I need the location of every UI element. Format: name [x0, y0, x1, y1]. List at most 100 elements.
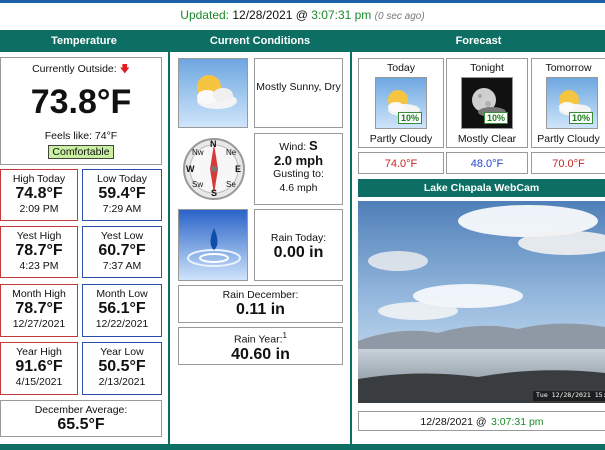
current-temp-box: Currently Outside: 🡇 73.8°F Feels like: …: [0, 57, 162, 165]
compass-ne: Ne: [226, 148, 237, 157]
partly-cloudy-icon: 10%: [546, 77, 598, 129]
precip-chance: 10%: [483, 112, 508, 124]
gust-label: Gusting to:: [273, 168, 324, 180]
year-high-label: Year High: [16, 346, 62, 358]
webcam-timestamp: Tue 12/28/2021 15:07: [536, 391, 605, 399]
precip-chance: 10%: [568, 112, 593, 124]
forecast-header: Forecast: [352, 30, 605, 52]
yest-low-box: Yest Low 60.7°F 7:37 AM: [82, 226, 162, 278]
compass-s: S: [211, 188, 218, 198]
december-average-label: December Average:: [34, 404, 128, 416]
compass-n: N: [210, 139, 217, 149]
yest-high-box: Yest High 78.7°F 4:23 PM: [0, 226, 78, 278]
compass-se: Se: [226, 180, 236, 189]
low-today-time: 7:29 AM: [102, 203, 142, 215]
month-low-label: Month Low: [96, 288, 148, 300]
year-low-value: 50.5°F: [98, 358, 146, 375]
comfort-badge: Comfortable: [48, 145, 114, 159]
webcam-image[interactable]: Tue 12/28/2021 15:07: [358, 201, 605, 403]
compass-sw: Sw: [192, 180, 204, 189]
forecast-desc: Partly Cloudy: [537, 133, 600, 145]
updated-line: Updated: 12/28/2021 @ 3:07:31 pm (0 sec …: [0, 8, 605, 22]
rain-year-footnote[interactable]: 1: [283, 331, 287, 340]
feels-like: Feels like: 74°F: [44, 130, 118, 142]
forecast-today[interactable]: Today 10% Partly Cloudy: [358, 58, 444, 148]
rain-year-label: Rain Year:: [234, 333, 283, 346]
compass-e: E: [235, 164, 242, 174]
mostly-clear-night-icon: 10%: [461, 77, 513, 129]
rain-month-label: Rain December:: [222, 289, 299, 301]
december-average-box: December Average: 65.5°F: [0, 400, 162, 437]
yest-high-label: Yest High: [16, 230, 62, 242]
year-low-label: Year Low: [100, 346, 144, 358]
wind-label: Wind:: [279, 141, 307, 153]
wind-direction: S: [309, 138, 318, 153]
partly-cloudy-icon: 10%: [375, 77, 427, 129]
month-high-value: 78.7°F: [15, 300, 63, 317]
year-high-date: 4/15/2021: [15, 376, 63, 388]
year-high-box: Year High 91.6°F 4/15/2021: [0, 342, 78, 395]
wind-box: Wind: S 2.0 mph Gusting to: 4.6 mph: [254, 133, 343, 205]
sky-condition: Mostly Sunny, Dry: [256, 81, 341, 93]
year-low-box: Year Low 50.5°F 2/13/2021: [82, 342, 162, 395]
forecast-tonight[interactable]: Tonight 10% Mostly Clear: [446, 58, 528, 148]
temperature-header: Temperature: [0, 30, 168, 52]
rain-today-label: Rain Today:: [270, 232, 327, 244]
rain-today-box: Rain Today: 0.00 in: [254, 209, 343, 281]
high-today-time: 2:09 PM: [19, 203, 59, 215]
wind-speed: 2.0 mph: [273, 153, 324, 168]
wind-compass: N Nw Ne W E Sw Se S: [178, 133, 248, 203]
webcam-header: Lake Chapala WebCam: [358, 179, 605, 197]
current-temperature: 73.8°F: [30, 83, 132, 121]
high-today-label: High Today: [12, 173, 66, 185]
updated-ago: (0 sec ago): [374, 11, 425, 22]
month-high-box: Month High 78.7°F 12/27/2021: [0, 284, 78, 337]
webcam-caption: 12/28/2021 @ 3:07:31 pm: [358, 411, 605, 431]
rain-year-box: Rain Year:1 40.60 in: [178, 327, 343, 365]
yest-high-time: 4:23 PM: [19, 260, 59, 272]
forecast-temp-tomorrow: 70.0°F: [531, 152, 605, 174]
yest-high-value: 78.7°F: [15, 242, 63, 259]
high-today-box: High Today 74.8°F 2:09 PM: [0, 169, 78, 221]
updated-time: 3:07:31 pm: [311, 8, 372, 22]
forecast-label: Tomorrow: [545, 62, 592, 74]
updated-label: Updated:: [180, 8, 229, 22]
low-today-value: 59.4°F: [98, 185, 146, 202]
yest-low-time: 7:37 AM: [102, 260, 142, 272]
year-low-date: 2/13/2021: [98, 376, 146, 388]
forecast-temp-tonight: 48.0°F: [446, 152, 528, 174]
webcam-time: 3:07:31 pm: [491, 416, 544, 428]
december-average-value: 65.5°F: [57, 416, 105, 433]
gust-speed: 4.6 mph: [279, 182, 318, 194]
yest-low-label: Yest Low: [100, 230, 144, 242]
month-high-label: Month High: [12, 288, 66, 300]
low-today-label: Low Today: [96, 173, 147, 185]
compass-w: W: [186, 164, 195, 174]
bottom-bar: [0, 444, 605, 450]
forecast-tomorrow[interactable]: Tomorrow 10% Partly Cloudy: [531, 58, 605, 148]
precip-chance: 10%: [397, 112, 422, 124]
partly-sunny-icon: [178, 58, 248, 128]
rain-month-value: 0.11 in: [236, 301, 285, 318]
low-today-box: Low Today 59.4°F 7:29 AM: [82, 169, 162, 221]
forecast-desc: Mostly Clear: [457, 133, 517, 145]
year-high-value: 91.6°F: [15, 358, 63, 375]
down-arrow-icon: 🡇: [119, 64, 130, 75]
rain-month-box: Rain December: 0.11 in: [178, 285, 343, 323]
high-today-value: 74.8°F: [15, 185, 63, 202]
month-low-box: Month Low 56.1°F 12/22/2021: [82, 284, 162, 337]
month-low-value: 56.1°F: [98, 300, 146, 317]
compass-nw: Nw: [192, 148, 204, 157]
month-low-date: 12/22/2021: [95, 318, 149, 330]
rain-today-value: 0.00 in: [273, 244, 324, 261]
webcam-date: 12/28/2021 @: [420, 416, 487, 428]
forecast-label: Tonight: [470, 62, 504, 74]
updated-date: 12/28/2021 @: [232, 8, 308, 22]
water-drop-icon: [178, 209, 248, 281]
rain-year-value: 40.60 in: [231, 345, 290, 363]
conditions-header: Current Conditions: [170, 30, 350, 52]
sky-condition-box: Mostly Sunny, Dry: [254, 58, 343, 128]
top-accent-line: [0, 0, 605, 3]
current-label: Currently Outside:: [32, 63, 117, 75]
forecast-desc: Partly Cloudy: [369, 133, 433, 145]
